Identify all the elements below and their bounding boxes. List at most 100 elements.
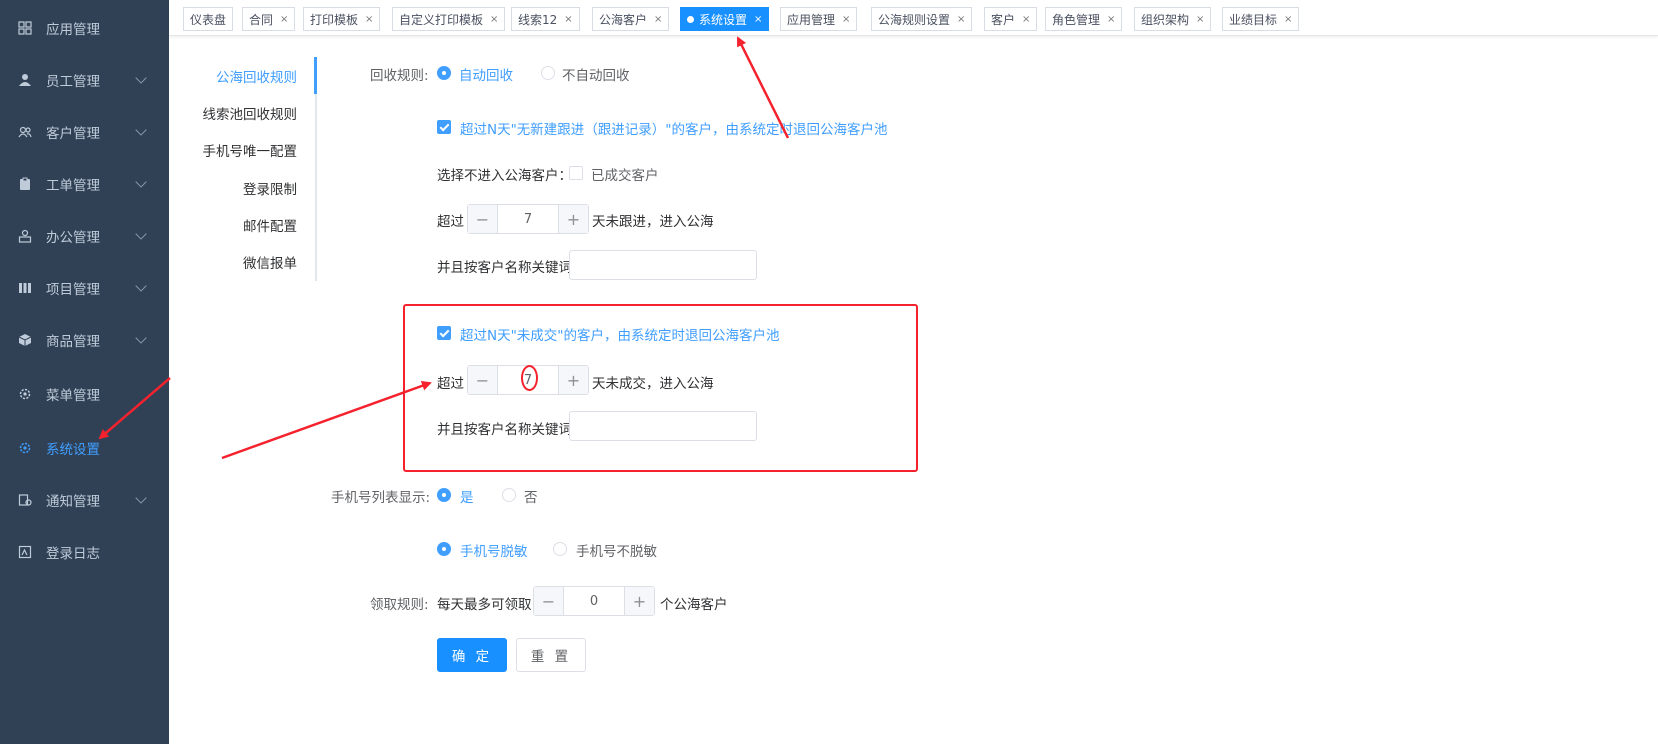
chevron-down-icon — [135, 228, 147, 240]
claim-limit-stepper[interactable]: − 0 + — [533, 586, 655, 616]
tab-app-management[interactable]: 应用管理 × — [780, 7, 858, 31]
sidebar-item-login-log[interactable]: 登录日志 — [0, 532, 169, 572]
increment-button[interactable]: + — [558, 366, 588, 394]
tab-custom-print-template[interactable]: 自定义打印模板 × — [392, 7, 506, 31]
subnav-public-recycle-rule[interactable]: 公海回收规则 — [216, 66, 297, 86]
sidebar-item-product-management[interactable]: 商品管理 — [0, 320, 169, 360]
followup-days-value[interactable]: 7 — [498, 205, 558, 233]
reset-button[interactable]: 重 置 — [516, 638, 586, 672]
sidebar-item-menu-management[interactable]: 菜单管理 — [0, 374, 169, 414]
sidebar-item-ticket-management[interactable]: 工单管理 — [0, 164, 169, 204]
closed-customer-checkbox[interactable] — [569, 166, 583, 180]
sidebar-item-project-management[interactable]: 项目管理 — [0, 268, 169, 308]
close-icon[interactable]: × — [280, 14, 288, 25]
claim-limit-value[interactable]: 0 — [564, 587, 624, 615]
tab-label: 业绩目标 — [1229, 12, 1278, 27]
close-icon[interactable]: × — [1107, 14, 1115, 25]
no-followup-checkbox[interactable] — [437, 120, 451, 134]
radio-phone-display-yes-label[interactable]: 是 — [460, 486, 474, 506]
tab-org-structure[interactable]: 组织架构 × — [1134, 7, 1212, 31]
sidebar-item-label: 菜单管理 — [46, 388, 100, 404]
clipboard-icon — [18, 177, 32, 191]
grid-icon — [18, 21, 32, 35]
close-icon[interactable]: × — [1284, 14, 1292, 25]
sidebar-item-app-management[interactable]: 应用管理 — [0, 8, 169, 48]
radio-phone-display-yes[interactable] — [437, 488, 451, 502]
tab-system-settings[interactable]: 系统设置 × — [680, 7, 770, 31]
radio-phone-unmask-label[interactable]: 手机号不脱敏 — [576, 540, 657, 560]
close-icon[interactable]: × — [564, 14, 572, 25]
no-deal-checkbox[interactable] — [437, 326, 451, 340]
closed-customer-label[interactable]: 已成交客户 — [591, 164, 659, 184]
tab-print-template[interactable]: 打印模板 × — [303, 7, 381, 31]
radio-phone-unmask[interactable] — [553, 542, 567, 556]
sidebar-item-label: 工单管理 — [46, 178, 100, 194]
tab-label: 打印模板 — [310, 12, 359, 27]
sidebar-item-notification-management[interactable]: 通知管理 — [0, 480, 169, 520]
close-icon[interactable]: × — [1022, 14, 1030, 25]
annotation-circle — [521, 365, 538, 391]
radio-auto-recycle-label[interactable]: 自动回收 — [459, 64, 513, 84]
subnav-login-limit[interactable]: 登录限制 — [243, 178, 297, 198]
close-icon[interactable]: × — [365, 14, 373, 25]
chevron-down-icon — [135, 332, 147, 344]
subnav-wechat-report[interactable]: 微信报单 — [243, 252, 297, 272]
chevron-down-icon — [135, 280, 147, 292]
tab-label: 角色管理 — [1052, 12, 1101, 27]
tab-performance-target[interactable]: 业绩目标 × — [1222, 7, 1300, 31]
radio-phone-display-no-label[interactable]: 否 — [524, 486, 538, 506]
recycle-rule-label: 回收规则: — [370, 68, 429, 84]
tab-dashboard[interactable]: 仪表盘 — [183, 7, 234, 31]
keyword1-label: 并且按客户名称关键词 — [437, 260, 572, 276]
sidebar-item-label: 通知管理 — [46, 494, 100, 510]
increment-button[interactable]: + — [624, 587, 654, 615]
close-icon[interactable]: × — [654, 14, 662, 25]
close-icon[interactable]: × — [842, 14, 850, 25]
radio-phone-mask[interactable] — [437, 542, 451, 556]
sidebar-item-office-management[interactable]: 办公管理 — [0, 216, 169, 256]
tab-leads12[interactable]: 线索12 × — [511, 7, 580, 31]
close-icon[interactable]: × — [1196, 14, 1204, 25]
subnav-mail-config[interactable]: 邮件配置 — [243, 215, 297, 235]
sidebar-item-label: 商品管理 — [46, 334, 100, 350]
sidebar-item-label: 办公管理 — [46, 230, 100, 246]
confirm-button[interactable]: 确 定 — [437, 638, 507, 672]
radio-auto-recycle[interactable] — [437, 66, 451, 80]
tabs-bar: 仪表盘 合同 × 打印模板 × 自定义打印模板 × 线索12 × 公海客户 × 系统设置 ×… — [169, 0, 1658, 36]
project-icon — [18, 281, 32, 295]
radio-no-auto-recycle[interactable] — [541, 66, 555, 80]
tab-role-management[interactable]: 角色管理 × — [1045, 7, 1123, 31]
sidebar-item-system-settings[interactable]: 系统设置 — [0, 428, 169, 468]
deal-days-suffix: 天未成交，进入公海 — [592, 376, 714, 392]
box-icon — [18, 333, 32, 347]
tab-label: 系统设置 — [699, 12, 748, 27]
keyword1-input[interactable] — [569, 250, 757, 280]
close-icon[interactable]: × — [754, 14, 762, 25]
tab-public-customers[interactable]: 公海客户 × — [592, 7, 670, 31]
increment-button[interactable]: + — [558, 205, 588, 233]
radio-phone-display-no[interactable] — [502, 488, 516, 502]
followup-days-stepper[interactable]: − 7 + — [467, 204, 589, 234]
tab-contract[interactable]: 合同 × — [242, 7, 296, 31]
keyword2-input[interactable] — [569, 411, 757, 441]
close-icon[interactable]: × — [490, 14, 498, 25]
sidebar-item-staff-management[interactable]: 员工管理 — [0, 60, 169, 100]
decrement-button[interactable]: − — [534, 587, 564, 615]
decrement-button[interactable]: − — [468, 205, 498, 233]
radio-no-auto-recycle-label[interactable]: 不自动回收 — [562, 64, 630, 84]
sidebar-item-label: 系统设置 — [46, 442, 100, 458]
close-icon[interactable]: × — [957, 14, 965, 25]
tab-label: 仪表盘 — [190, 12, 227, 27]
sidebar-item-label: 登录日志 — [46, 546, 100, 562]
tab-label: 合同 — [249, 12, 274, 27]
decrement-button[interactable]: − — [468, 366, 498, 394]
gear-icon — [18, 441, 32, 455]
subnav-phone-unique-config[interactable]: 手机号唯一配置 — [203, 140, 298, 160]
tab-customer[interactable]: 客户 × — [984, 7, 1038, 31]
subnav-lead-pool-recycle-rule[interactable]: 线索池回收规则 — [203, 103, 298, 123]
sidebar-item-customer-management[interactable]: 客户管理 — [0, 112, 169, 152]
radio-phone-mask-label[interactable]: 手机号脱敏 — [460, 540, 528, 560]
no-deal-checkbox-label[interactable]: 超过N天"未成交"的客户，由系统定时退回公海客户池 — [460, 324, 780, 344]
no-followup-checkbox-label[interactable]: 超过N天"无新建跟进（跟进记录）"的客户，由系统定时退回公海客户池 — [460, 118, 888, 138]
tab-public-rule-settings[interactable]: 公海规则设置 × — [871, 7, 973, 31]
